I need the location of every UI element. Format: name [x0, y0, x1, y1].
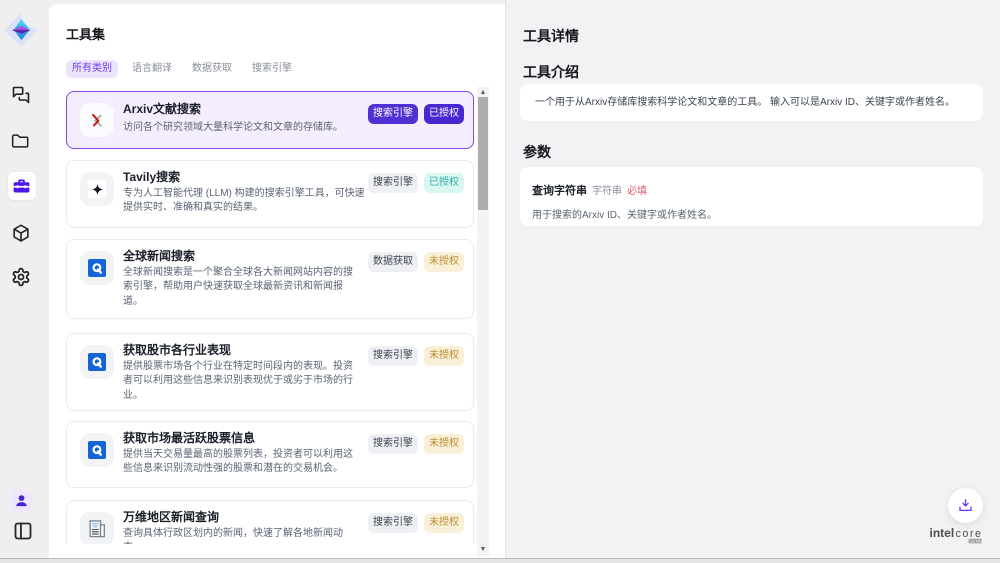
svg-text:intel: intel	[930, 526, 955, 540]
svg-text:core: core	[956, 528, 983, 540]
svg-text:ULTRA: ULTRA	[970, 540, 984, 544]
